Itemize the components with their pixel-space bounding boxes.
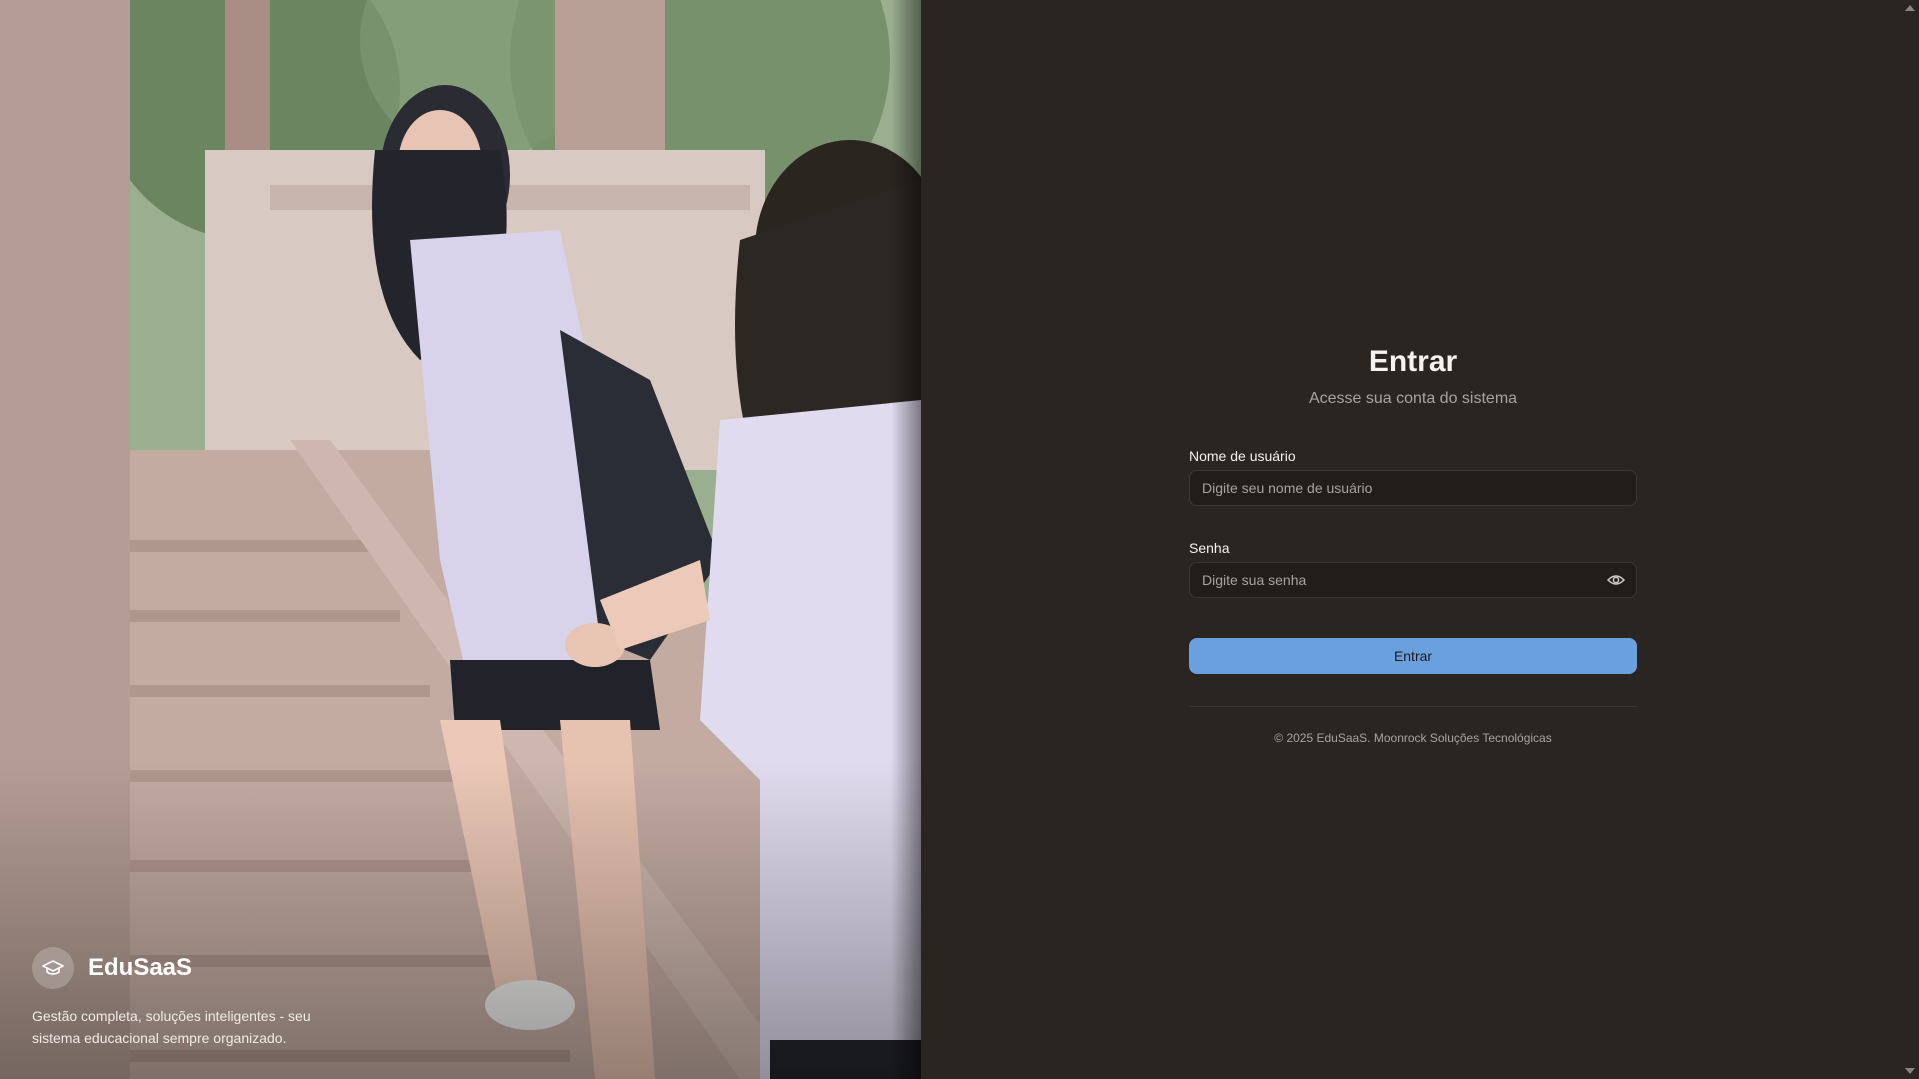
password-field-wrapper — [1189, 562, 1637, 598]
username-label: Nome de usuário — [1189, 448, 1296, 464]
login-button[interactable]: Entrar — [1189, 638, 1637, 674]
login-page: EduSaaS Gestão completa, soluções inteli… — [0, 0, 1919, 1079]
username-field-wrapper — [1189, 470, 1637, 506]
eye-icon[interactable] — [1606, 572, 1626, 588]
graduation-cap-icon — [32, 947, 74, 989]
login-form: Entrar Acesse sua conta do sistema Nome … — [1189, 340, 1637, 745]
password-label: Senha — [1189, 540, 1230, 556]
brand-name: EduSaaS — [88, 954, 193, 981]
footer-copyright: © 2025 EduSaaS. Moonrock Soluções Tecnol… — [1274, 731, 1552, 745]
scroll-down-icon[interactable] — [1905, 1068, 1915, 1074]
page-title: Entrar — [1368, 345, 1458, 378]
brand-tagline: Gestão completa, soluções inteligentes -… — [32, 1008, 311, 1046]
login-panel: Entrar Acesse sua conta do sistema Nome … — [921, 0, 1919, 1079]
brand: EduSaaS — [32, 947, 192, 989]
username-input[interactable] — [1189, 470, 1637, 506]
page-subtitle: Acesse sua conta do sistema — [1308, 390, 1518, 407]
password-input[interactable] — [1189, 562, 1637, 598]
scroll-up-icon[interactable] — [1905, 5, 1915, 11]
hero-panel: EduSaaS Gestão completa, soluções inteli… — [0, 0, 921, 1079]
